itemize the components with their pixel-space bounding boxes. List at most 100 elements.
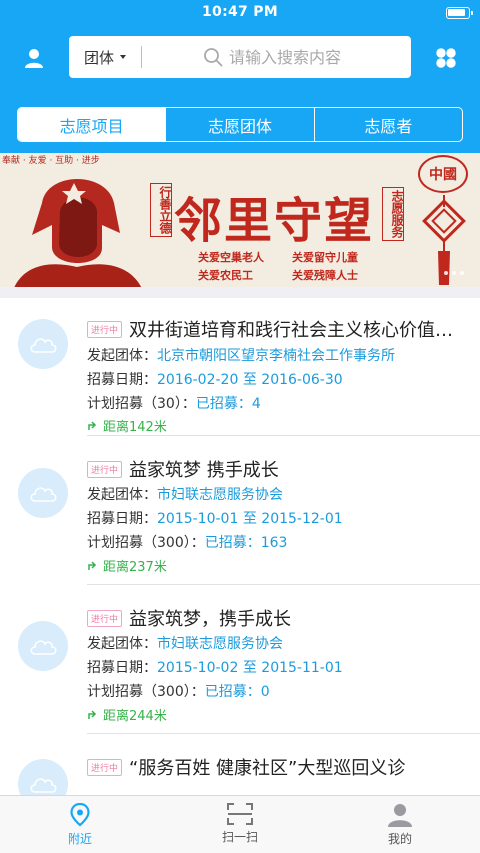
date-start: 2016-02-20 [157,372,239,388]
plan-label: 计划招募 [87,535,143,551]
date-label: 招募日期： [87,660,157,676]
direction-arrow-icon [88,710,97,719]
project-avatar [18,468,68,518]
banner-emblem: 中國 [418,155,468,193]
tab-scan-label: 扫一扫 [221,830,258,844]
date-start: 2015-10-02 [157,660,239,676]
user-icon [25,49,43,68]
date-row: 招募日期：2015-10-02 至 2015-11-01 [87,657,470,677]
grid-icon [436,48,456,68]
search-input[interactable] [229,42,389,72]
date-end: 2015-11-01 [261,660,343,676]
search-divider [141,46,142,68]
plan-count: （30）： [143,396,196,412]
banner-title: 邻里守望 [174,193,375,249]
cloud-icon [30,778,57,793]
banner-page-indicator [444,271,464,275]
scan-icon [227,803,253,825]
distance-row: 距离244米 [87,705,167,724]
project-title[interactable]: 益家筑梦，携手成长 [129,605,291,631]
cloud-icon [30,338,57,353]
project-list-item[interactable]: 进行中 “服务百姓 健康社区”大型巡回义诊 [0,734,480,795]
search-field [203,36,389,78]
search-bar: 团体 [69,36,411,78]
project-list-item[interactable]: 进行中 双井街道培育和践行社会主义核心价值观志愿服务 发起团体：北京市朝阳区望京… [0,287,480,436]
status-badge: 进行中 [87,460,123,478]
tab-volunteers[interactable]: 志愿者 [313,108,462,141]
date-row: 招募日期：2016-02-20 至 2016-06-30 [87,369,470,389]
bottom-tab-bar: 附近 扫一扫 我的 [0,795,480,853]
plan-label: 计划招募 [87,684,143,700]
recruited-count: 0 [260,684,270,700]
organizer-row: 发起团体：市妇联志愿服务协会 [87,633,470,653]
item-title-row: 进行中 “服务百姓 健康社区”大型巡回义诊 [87,754,460,780]
app-header: 10:47 PM 团体 志愿项目 志愿团 [0,0,480,153]
date-row: 招募日期：2015-10-01 至 2015-12-01 [87,508,470,528]
date-end: 2016-06-30 [261,372,343,388]
tab-mine[interactable]: 我的 [340,796,460,853]
recruited-label: 已招募： [204,684,261,700]
user-button[interactable] [16,40,52,76]
tab-volunteer-projects[interactable]: 志愿项目 [18,108,166,141]
cloud-icon [30,640,57,655]
project-title[interactable]: 益家筑梦 携手成长 [129,456,279,482]
grid-menu-button[interactable] [428,40,464,76]
date-label: 招募日期： [87,511,157,527]
project-list-item[interactable]: 进行中 益家筑梦，携手成长 发起团体：市妇联志愿服务协会 招募日期：2015-1… [0,585,480,734]
organizer-label: 发起团体： [87,487,157,503]
tab-scan[interactable]: 扫一扫 [180,796,300,853]
date-end: 2015-12-01 [261,511,343,527]
direction-arrow-icon [88,421,97,430]
battery-icon [446,7,473,19]
item-title-row: 进行中 益家筑梦 携手成长 [87,456,460,482]
banner-slogan-3: 关爱农民工 [198,269,253,282]
location-pin-icon [70,803,90,827]
recruited-label: 已招募： [195,396,252,412]
cloud-icon [30,487,57,502]
category-tabs: 志愿项目 志愿团体 志愿者 [17,107,463,142]
project-list: 进行中 双井街道培育和践行社会主义核心价值观志愿服务 发起团体：北京市朝阳区望京… [0,287,480,795]
date-label: 招募日期： [87,372,157,388]
date-separator: 至 [242,660,257,676]
date-start: 2015-10-01 [157,511,239,527]
organizer-value[interactable]: 市妇联志愿服务协会 [157,636,283,652]
status-badge: 进行中 [87,320,123,338]
tab-volunteer-groups[interactable]: 志愿团体 [165,108,313,141]
date-separator: 至 [242,511,257,527]
page-dot [460,271,464,275]
banner-slogan-2: 关爱留守儿童 [292,251,358,264]
project-title[interactable]: 双井街道培育和践行社会主义核心价值观志愿服务 [129,316,460,342]
banner-slogan-1: 关爱空巢老人 [198,251,264,264]
organizer-label: 发起团体： [87,348,157,364]
search-scope-select[interactable]: 团体 [69,36,141,78]
promo-banner[interactable]: 奉献 · 友爱 · 互助 · 进步 行善立德 邻里守望 志愿服务 关爱空巢老人 … [0,153,480,287]
date-separator: 至 [242,372,257,388]
status-badge: 进行中 [87,758,123,776]
project-avatar [18,621,68,671]
distance-row: 距离142米 [87,416,167,435]
organizer-label: 发起团体： [87,636,157,652]
tab-nearby[interactable]: 附近 [20,796,140,853]
status-bar: 10:47 PM [0,0,480,26]
plan-label: 计划招募 [87,396,143,412]
distance-text: 距离244米 [103,709,167,724]
item-title-row: 进行中 双井街道培育和践行社会主义核心价值观志愿服务 [87,316,460,342]
distance-text: 距离237米 [103,560,167,575]
recruit-row: 计划招募（300）：已招募：163 [87,532,470,552]
project-title[interactable]: “服务百姓 健康社区”大型巡回义诊 [129,754,405,780]
tab-nearby-label: 附近 [67,832,92,846]
banner-left-vertical-text: 行善立德 [150,183,172,237]
organizer-value[interactable]: 北京市朝阳区望京李楠社会工作事务所 [157,348,395,364]
project-avatar [18,759,68,795]
profile-icon [388,804,412,827]
page-dot [444,271,448,275]
distance-row: 距离237米 [87,556,167,575]
project-avatar [18,319,68,369]
recruited-count: 4 [251,396,261,412]
plan-count: （300）： [143,535,205,551]
project-list-item[interactable]: 进行中 益家筑梦 携手成长 发起团体：市妇联志愿服务协会 招募日期：2015-1… [0,436,480,585]
status-time: 10:47 PM [201,4,279,20]
organizer-value[interactable]: 市妇联志愿服务协会 [157,487,283,503]
tab-mine-label: 我的 [387,832,412,846]
plan-count: （300）： [143,684,205,700]
